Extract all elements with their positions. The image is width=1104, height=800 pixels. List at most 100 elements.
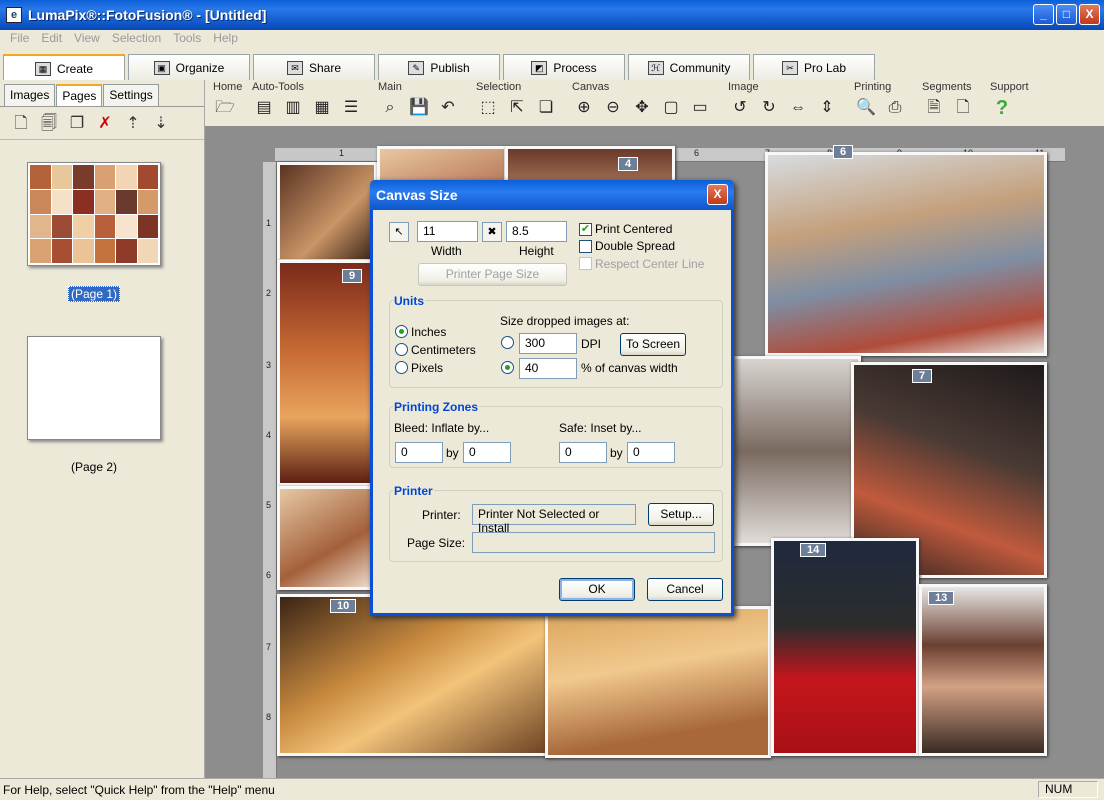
fit-page-icon[interactable]: ▢ <box>659 97 683 121</box>
canvas-size-icon[interactable]: ▭ <box>688 97 712 121</box>
menu-file[interactable]: File <box>4 30 35 48</box>
page-label-2[interactable]: (Page 2) <box>0 460 188 474</box>
dpi-radio[interactable] <box>501 336 514 349</box>
bleed-x-input[interactable]: 0 <box>395 442 443 463</box>
height-input[interactable]: 8.5 <box>506 221 567 242</box>
dialog-close-button[interactable]: X <box>707 184 728 205</box>
save-icon[interactable]: 💾 <box>407 97 431 121</box>
tab-create-label: Create <box>56 62 94 76</box>
collage-photo[interactable]: 9 <box>277 260 377 486</box>
safe-y-input[interactable]: 0 <box>627 442 675 463</box>
dpi-label: DPI <box>581 337 602 351</box>
group-auto-tools-label: Auto-Tools <box>252 81 304 93</box>
auto-align-icon[interactable]: ☰ <box>339 97 363 121</box>
tab-create[interactable]: ▦ Create <box>3 54 125 82</box>
group-canvas-label: Canvas <box>572 81 610 93</box>
move-page-down-icon[interactable]: ⇣ <box>150 113 172 135</box>
subtab-images[interactable]: Images <box>4 84 56 106</box>
auto-fill-icon[interactable]: ▥ <box>281 97 305 121</box>
unit-centimeters-radio[interactable] <box>395 343 408 356</box>
photo-badge-9: 9 <box>342 269 363 283</box>
percent-label: % of canvas width <box>581 361 678 375</box>
percent-input[interactable]: 40 <box>519 358 577 379</box>
dpi-input[interactable]: 300 <box>519 333 577 354</box>
pointer-icon[interactable]: ↖ <box>389 222 409 242</box>
zoom-out-icon[interactable]: ⊖ <box>601 97 625 121</box>
delete-page-icon[interactable]: ✗ <box>94 113 116 135</box>
auto-arrange-icon[interactable]: ▦ <box>310 97 334 121</box>
duplicate-page-icon[interactable]: ❐ <box>66 113 88 135</box>
home-folder-icon[interactable]: 🗁 <box>213 97 237 121</box>
collage-photo[interactable]: 10 <box>277 594 555 756</box>
page-thumbnail-1[interactable] <box>27 162 161 266</box>
menu-view[interactable]: View <box>68 30 106 48</box>
group-home: Home 🗁 <box>213 80 242 121</box>
flip-vertical-icon[interactable]: ⇕ <box>815 97 839 121</box>
select-layers-icon[interactable]: ❏ <box>534 97 558 121</box>
page-thumbnail-2[interactable] <box>27 336 161 440</box>
tab-pro-lab[interactable]: ✂ Pro Lab <box>753 54 875 80</box>
select-pointer-icon[interactable]: ⇱ <box>505 97 529 121</box>
maximize-button[interactable]: □ <box>1056 4 1077 25</box>
pan-icon[interactable]: ✥ <box>630 97 654 121</box>
to-screen-button[interactable]: To Screen <box>620 333 686 356</box>
collage-photo[interactable] <box>277 486 377 590</box>
flip-horizontal-icon[interactable]: ⇔ <box>786 97 810 121</box>
auto-layout-icon[interactable]: ▤ <box>252 97 276 121</box>
close-button[interactable]: X <box>1079 4 1100 25</box>
menu-tools[interactable]: Tools <box>167 30 207 48</box>
rotate-left-icon[interactable]: ↺ <box>728 97 752 121</box>
tab-community[interactable]: ℋ Community <box>628 54 750 80</box>
printer-page-size-button[interactable]: Printer Page Size <box>418 263 567 286</box>
unit-inches-radio[interactable] <box>395 325 408 338</box>
safe-x-input[interactable]: 0 <box>559 442 607 463</box>
tab-share[interactable]: ✉ Share <box>253 54 375 80</box>
percent-radio[interactable] <box>501 361 514 374</box>
subtab-pages[interactable]: Pages <box>56 84 103 106</box>
printer-select[interactable]: Printer Not Selected or Install <box>472 504 636 535</box>
collage-photo[interactable]: 14 <box>771 538 919 756</box>
minimize-button[interactable]: _ <box>1033 4 1054 25</box>
new-page-icon[interactable]: 🗋 <box>10 113 32 135</box>
tab-publish[interactable]: ✎ Publish <box>378 54 500 80</box>
tab-organize[interactable]: ▣ Organize <box>128 54 250 80</box>
respect-center-line-label: Respect Center Line <box>595 257 705 271</box>
cancel-button[interactable]: Cancel <box>647 578 723 601</box>
vertical-ruler[interactable]: 1 2 3 4 5 6 7 8 <box>263 162 277 778</box>
width-input[interactable]: 11 <box>417 221 478 242</box>
page-label-1[interactable]: (Page 1) <box>0 286 188 302</box>
move-page-up-icon[interactable]: ⇡ <box>122 113 144 135</box>
undo-icon[interactable]: ↶ <box>436 97 460 121</box>
collage-photo[interactable] <box>731 356 861 546</box>
zoom-in-icon[interactable]: ⊕ <box>572 97 596 121</box>
double-spread-checkbox[interactable] <box>579 240 592 253</box>
setup-button[interactable]: Setup... <box>648 503 714 526</box>
collage-photo[interactable]: 6 <box>765 145 1047 356</box>
zoom-select-icon[interactable]: ⌕ <box>378 97 402 121</box>
print-preview-icon[interactable]: 🔍 <box>854 97 878 121</box>
segment-page-icon[interactable]: 🗋 <box>951 97 975 121</box>
collage-photo[interactable] <box>277 162 377 262</box>
segment-search-icon[interactable]: 🗎 <box>922 97 946 121</box>
subtab-settings[interactable]: Settings <box>103 84 159 106</box>
help-question-icon[interactable]: ? <box>990 97 1014 121</box>
tab-share-label: Share <box>308 60 342 75</box>
collage-photo[interactable] <box>545 606 771 758</box>
group-main-label: Main <box>378 81 402 93</box>
ok-button[interactable]: OK <box>559 578 635 601</box>
print-icon[interactable]: ⎙ <box>883 97 907 121</box>
menu-selection[interactable]: Selection <box>106 30 167 48</box>
select-area-icon[interactable]: ⬚ <box>476 97 500 121</box>
tab-process[interactable]: ◩ Process <box>503 54 625 80</box>
insert-page-icon[interactable]: 🗐 <box>38 113 60 135</box>
bleed-y-input[interactable]: 0 <box>463 442 511 463</box>
menu-help[interactable]: Help <box>207 30 244 48</box>
unit-pixels-radio[interactable] <box>395 361 408 374</box>
menu-edit[interactable]: Edit <box>35 30 68 48</box>
print-centered-checkbox[interactable]: ✔ <box>579 223 592 236</box>
collage-photo[interactable]: 13 <box>919 584 1047 756</box>
tab-process-label: Process <box>553 60 597 75</box>
swap-dimensions-button[interactable]: ✖ <box>482 222 502 242</box>
respect-center-line-checkbox[interactable] <box>579 257 592 270</box>
rotate-right-icon[interactable]: ↻ <box>757 97 781 121</box>
